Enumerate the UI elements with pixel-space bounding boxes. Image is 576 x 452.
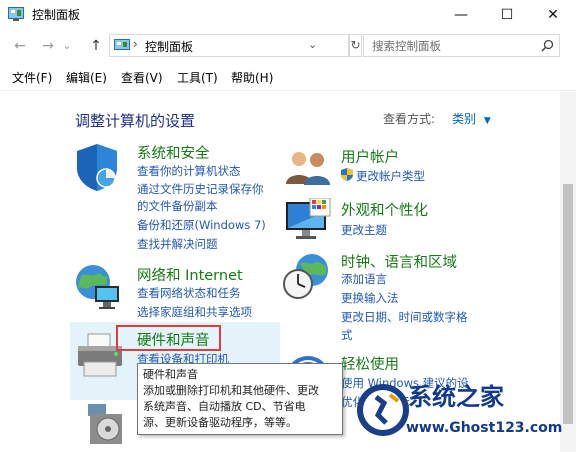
link-homegroup-sharing[interactable]: 选择家庭组和共享选项 <box>137 304 252 320</box>
link-file-history[interactable]: 通过文件历史记录保存你 <box>137 181 264 197</box>
menu-view[interactable]: 查看(V) <box>121 69 163 86</box>
globe-network-icon[interactable] <box>73 262 123 312</box>
close-button[interactable]: ✕ <box>530 0 576 30</box>
view-by-value[interactable]: 类别 <box>452 112 476 126</box>
breadcrumb-control-panel[interactable]: 控制面板 <box>145 38 193 55</box>
link-file-history-cont[interactable]: 的文件备份副本 <box>137 198 218 214</box>
tooltip: 硬件和声音 添加或删除打印机和其他硬件、更改 系统声音、自动播放 CD、节省电 … <box>137 363 343 435</box>
search-input[interactable] <box>372 37 532 54</box>
menu-bar: 文件(F) 编辑(E) 查看(V) 工具(T) 帮助(H) <box>0 62 576 91</box>
link-backup-restore[interactable]: 备份和还原(Windows 7) <box>137 217 266 233</box>
link-add-language[interactable]: 添加语言 <box>341 271 387 287</box>
window-title: 控制面板 <box>32 8 81 22</box>
category-title-ease-of-access[interactable]: 轻松使用 <box>341 353 399 374</box>
link-change-date-time-cont[interactable]: 式 <box>341 327 353 343</box>
menu-file[interactable]: 文件(F) <box>12 69 52 86</box>
menu-help[interactable]: 帮助(H) <box>231 69 273 86</box>
link-change-date-time[interactable]: 更改日期、时间或数字格 <box>341 309 468 325</box>
menu-tools[interactable]: 工具(T) <box>177 69 218 86</box>
control-panel-icon <box>114 39 130 50</box>
tooltip-title: 硬件和声音 <box>143 368 198 381</box>
minimize-button[interactable]: — <box>438 0 484 30</box>
refresh-button[interactable]: ↻ <box>349 34 362 57</box>
monitor-icon[interactable] <box>284 198 332 242</box>
view-by-dropdown[interactable]: 类别 ▼ <box>452 110 491 127</box>
category-title-user-accounts[interactable]: 用户帐户 <box>341 146 399 167</box>
link-change-account-type[interactable]: 更改帐户类型 <box>356 168 425 184</box>
page-title: 调整计算机的设置 <box>75 112 196 130</box>
view-by-label: 查看方式: <box>383 112 436 126</box>
tooltip-line-1: 添加或删除打印机和其他硬件、更改 <box>143 384 319 397</box>
forward-button[interactable]: → <box>38 34 58 58</box>
tooltip-line-2: 系统声音、自动播放 CD、节省电 <box>143 400 306 413</box>
category-title-system-security[interactable]: 系统和安全 <box>137 142 210 163</box>
link-network-status[interactable]: 查看网络状态和任务 <box>137 285 241 301</box>
address-bar[interactable]: › 控制面板 ⌄ <box>109 34 349 57</box>
watermark-title: 系统之家 <box>408 382 504 411</box>
search-icon[interactable] <box>541 39 554 52</box>
users-icon[interactable] <box>284 148 332 186</box>
category-title-clock-region[interactable]: 时钟、语言和区域 <box>341 251 457 272</box>
link-troubleshoot[interactable]: 查找并解决问题 <box>137 236 218 252</box>
category-title-appearance[interactable]: 外观和个性化 <box>341 199 428 220</box>
watermark-url: www.Ghost123.com <box>406 420 563 436</box>
breadcrumb-separator: › <box>133 37 138 51</box>
link-change-input[interactable]: 更换输入法 <box>341 290 399 306</box>
link-view-computer-status[interactable]: 查看你的计算机状态 <box>137 163 241 179</box>
recent-locations-dropdown[interactable]: ⌄ <box>60 34 74 58</box>
uac-shield-icon <box>341 168 353 181</box>
category-title-network[interactable]: 网络和 Internet <box>137 264 243 285</box>
search-box[interactable] <box>363 34 560 57</box>
maximize-button[interactable]: ☐ <box>484 0 530 30</box>
tooltip-line-3: 源、更新设备驱动程序，等等。 <box>143 416 297 429</box>
category-title-hardware-sound[interactable]: 硬件和声音 <box>137 329 210 350</box>
title-bar: 控制面板 — ☐ ✕ <box>0 0 576 30</box>
programs-icon[interactable] <box>84 404 128 446</box>
chevron-down-icon[interactable]: ▼ <box>484 116 491 126</box>
clock-globe-icon[interactable] <box>282 252 332 302</box>
watermark-logo-icon <box>357 384 409 436</box>
link-change-theme[interactable]: 更改主题 <box>341 222 387 238</box>
shield-icon[interactable] <box>73 142 121 192</box>
menu-edit[interactable]: 编辑(E) <box>66 69 107 86</box>
address-dropdown-icon[interactable]: ⌄ <box>308 38 317 51</box>
back-button[interactable]: ← <box>10 34 30 58</box>
up-button[interactable]: ↑ <box>86 34 106 58</box>
control-panel-icon <box>8 7 24 21</box>
watermark: 系统之家 www.Ghost123.com <box>354 377 576 452</box>
